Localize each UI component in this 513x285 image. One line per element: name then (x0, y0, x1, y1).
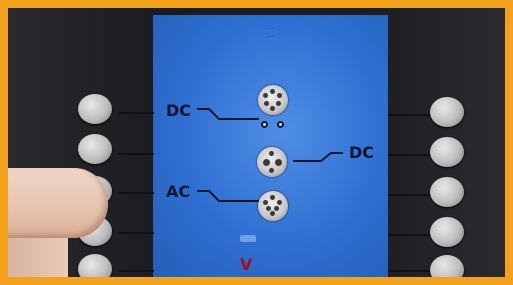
dc-connector-top-icon (258, 85, 288, 115)
bottom-mark: V (240, 255, 253, 274)
left-button-line-1 (118, 112, 154, 114)
right-button-line-5 (388, 270, 432, 272)
right-softkey-2[interactable] (430, 137, 464, 167)
device-bezel: ... ... DC DC AC V (8, 8, 505, 277)
right-button-line-1 (388, 114, 432, 116)
right-button-line-4 (388, 234, 432, 236)
right-softkey-4[interactable] (430, 217, 464, 247)
device-photo-frame: ... ... DC DC AC V (0, 0, 513, 285)
dc-pin-pair-icon (256, 118, 290, 132)
left-softkey-1[interactable] (78, 94, 112, 124)
screen-indicator (240, 235, 256, 242)
left-button-line-2 (118, 153, 154, 155)
pointing-finger (8, 168, 108, 238)
leader-lines (197, 108, 343, 202)
left-button-line-5 (118, 270, 154, 272)
right-button-line-3 (388, 194, 432, 196)
right-softkey-3[interactable] (430, 177, 464, 207)
left-button-line-4 (118, 232, 154, 234)
right-button-line-2 (388, 154, 432, 156)
dc-connector-middle-icon (257, 147, 287, 177)
left-button-line-3 (118, 192, 154, 194)
ac-connector-icon (258, 191, 288, 221)
right-softkey-1[interactable] (430, 97, 464, 127)
right-softkey-5[interactable] (430, 255, 464, 277)
left-softkey-2[interactable] (78, 134, 112, 164)
display-screen: ... ... DC DC AC V (153, 15, 388, 277)
left-softkey-5[interactable] (78, 254, 112, 277)
